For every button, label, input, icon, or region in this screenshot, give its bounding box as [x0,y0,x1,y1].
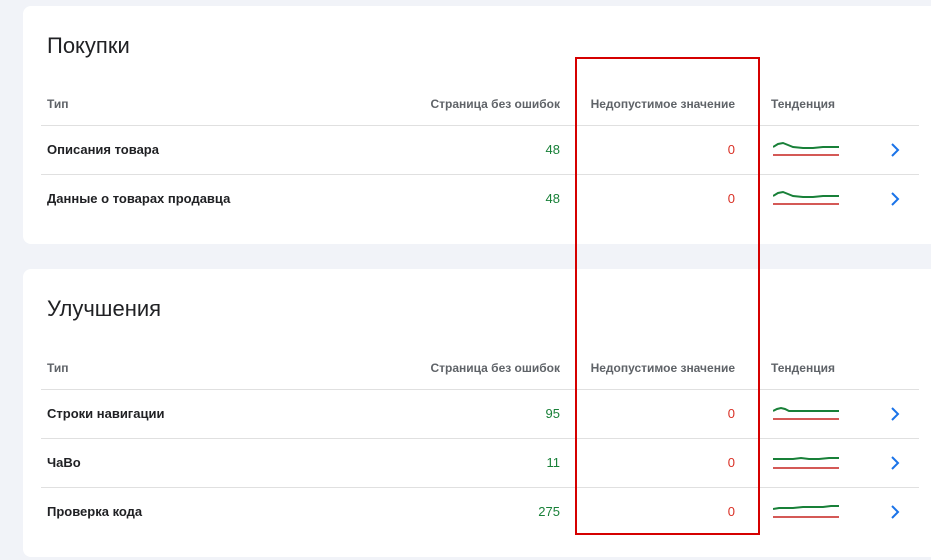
trend-sparkline [773,456,839,469]
column-header-valid: Страница без ошибок [430,97,560,111]
valid-count: 48 [545,142,560,157]
table-row[interactable]: Данные о товарах продавца 48 0 [41,174,919,223]
enhancements-card: Улучшения Тип Страница без ошибок Недопу… [23,269,931,557]
chevron-right-icon[interactable] [885,140,905,160]
chevron-right-icon[interactable] [885,189,905,209]
table-row[interactable]: Строки навигации 95 0 [41,389,919,438]
trend-sparkline [773,141,839,156]
table-row[interactable]: Проверка кода 275 0 [41,487,919,536]
column-header-trend: Тенденция [771,361,835,375]
chevron-right-icon[interactable] [885,453,905,473]
column-header-invalid: Недопустимое значение [590,361,735,375]
valid-count: 48 [545,191,560,206]
row-name: Проверка кода [47,504,143,519]
column-header-invalid: Недопустимое значение [590,97,735,111]
enhancements-table: Строки навигации 95 0 ЧаВо 11 0 Проверка… [41,389,919,536]
table-row[interactable]: ЧаВо 11 0 [41,438,919,487]
trend-sparkline [773,505,839,518]
invalid-count: 0 [727,504,735,519]
table-row[interactable]: Описания товара 48 0 [41,125,919,174]
row-name: Строки навигации [47,406,165,421]
trend-sparkline [773,190,839,205]
column-header-trend: Тенденция [771,97,835,111]
column-header-type: Тип [47,361,69,375]
chevron-right-icon[interactable] [885,502,905,522]
shopping-title: Покупки [47,33,130,58]
chevron-right-icon[interactable] [885,404,905,424]
column-header-type: Тип [47,97,69,111]
row-name: Описания товара [47,142,159,157]
column-header-valid: Страница без ошибок [430,361,560,375]
invalid-count: 0 [727,455,735,470]
invalid-count: 0 [727,406,735,421]
row-name: ЧаВо [47,455,81,470]
row-name: Данные о товарах продавца [47,191,231,206]
valid-count: 95 [545,406,560,421]
valid-count: 275 [538,504,560,519]
enhancements-title: Улучшения [47,296,162,321]
shopping-card: Покупки Тип Страница без ошибок Недопуст… [23,6,931,244]
invalid-count: 0 [727,142,735,157]
valid-count: 11 [546,455,561,470]
invalid-count: 0 [727,191,735,206]
trend-sparkline [773,406,839,420]
shopping-table: Описания товара 48 0 Данные о товарах пр… [41,125,919,223]
